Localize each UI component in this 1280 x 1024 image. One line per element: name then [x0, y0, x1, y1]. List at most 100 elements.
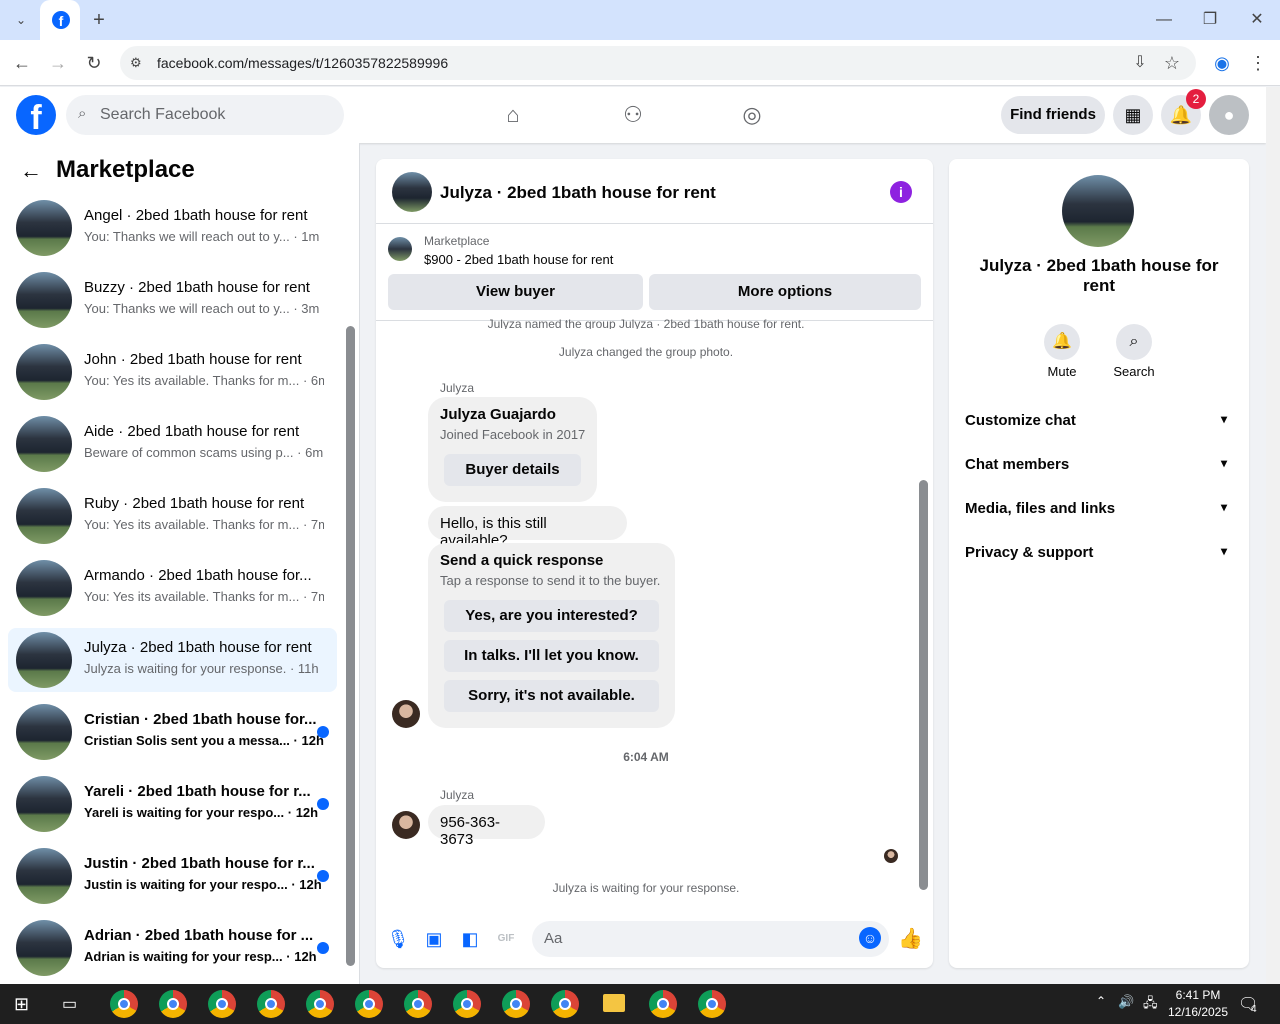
search-icon[interactable]: ⌕ [1116, 324, 1152, 360]
photo-icon[interactable]: ▣ [422, 927, 446, 951]
find-friends-button[interactable]: Find friends [1001, 96, 1105, 134]
chrome-taskbar-icon[interactable] [698, 990, 726, 1018]
chat-scrollbar[interactable] [919, 480, 928, 890]
chrome-taskbar-icon[interactable] [208, 990, 236, 1018]
chrome-taskbar-icon[interactable] [159, 990, 187, 1018]
volume-icon[interactable]: 🔊 [1118, 994, 1134, 1010]
conversation-item[interactable]: Buzzy · 2bed 1bath house for rent You: Th… [8, 268, 337, 332]
back-arrow-icon[interactable]: ← [20, 158, 42, 184]
forward-icon[interactable]: → [41, 46, 75, 80]
groups-icon[interactable]: ◎ [732, 95, 772, 135]
restore-button[interactable]: ❐ [1193, 3, 1227, 37]
conversation-item[interactable]: Justin · 2bed 1bath house for r... Justin… [8, 844, 337, 908]
chat-members-row[interactable]: Chat members ▾ [965, 456, 1233, 480]
browser-tab[interactable]: f [40, 0, 80, 40]
quick-response-unavailable-button[interactable]: Sorry, it's not available. [444, 680, 659, 712]
clock-date: 12/16/2025 [1167, 1005, 1229, 1019]
friends-icon[interactable]: ⚇ [613, 95, 653, 135]
microphone-icon[interactable]: 🎙 [386, 927, 410, 951]
conversation-item[interactable]: Yareli · 2bed 1bath house for r... Yareli… [8, 772, 337, 836]
info-icon[interactable]: i [890, 181, 912, 203]
sticker-icon[interactable]: ◧ [458, 927, 482, 951]
chrome-taskbar-icon[interactable] [404, 990, 432, 1018]
tray-chevron-icon[interactable]: ⌃ [1096, 994, 1106, 1008]
conversation-item[interactable]: Julyza · 2bed 1bath house for rent Julyza… [8, 628, 337, 692]
sender-name: Julyza [440, 788, 475, 802]
minimize-button[interactable]: — [1147, 3, 1181, 37]
home-icon[interactable]: ⌂ [493, 95, 533, 135]
emoji-icon[interactable]: ☺ [859, 927, 881, 949]
customize-chat-row[interactable]: Customize chat ▾ [965, 412, 1233, 436]
view-buyer-button[interactable]: View buyer [388, 274, 643, 310]
windows-start-icon[interactable]: ⊞ [14, 994, 34, 1014]
chrome-taskbar-icon[interactable] [453, 990, 481, 1018]
conversation-item[interactable]: Cristian · 2bed 1bath house for... Cristi… [8, 700, 337, 764]
back-icon[interactable]: ← [5, 46, 39, 80]
group-name: Julyza · 2bed 1bath house for rent [979, 256, 1219, 295]
more-options-button[interactable]: More options [649, 274, 921, 310]
file-explorer-icon[interactable] [603, 994, 625, 1012]
listing-thumbnail [388, 237, 412, 261]
sender-avatar[interactable] [392, 811, 420, 839]
conversation-name: Ruby · 2bed 1bath house for rent [84, 495, 305, 512]
media-files-links-row[interactable]: Media, files and links ▾ [965, 500, 1233, 524]
conversation-item[interactable]: Adrian · 2bed 1bath house for ... Adrian … [8, 916, 337, 980]
unread-dot-icon [317, 942, 329, 954]
new-tab-button[interactable]: + [82, 3, 116, 37]
mute-bell-icon[interactable]: 🔔 [1044, 324, 1080, 360]
conversation-name: Yareli · 2bed 1bath house for r... [84, 783, 311, 800]
like-thumb-icon[interactable]: 👍 [898, 927, 923, 951]
tab-search-icon[interactable]: ⌄ [4, 3, 38, 37]
chat-avatar[interactable] [392, 172, 432, 212]
page-scrollbar[interactable] [1266, 87, 1280, 984]
conversation-item[interactable]: Angel · 2bed 1bath house for rent You: Th… [8, 196, 337, 260]
chrome-taskbar-icon[interactable] [306, 990, 334, 1018]
conversation-item[interactable]: Aide · 2bed 1bath house for rent Beware o… [8, 412, 337, 476]
privacy-support-row[interactable]: Privacy & support ▾ [965, 544, 1233, 568]
search-facebook-input[interactable]: ⌕ Search Facebook [66, 95, 344, 135]
menu-grid-icon[interactable]: ▦ [1113, 95, 1153, 135]
conversation-item[interactable]: Armando · 2bed 1bath house for... You: Ye… [8, 556, 337, 620]
quick-response-talks-button[interactable]: In talks. I'll let you know. [444, 640, 659, 672]
listing-title[interactable]: $900 - 2bed 1bath house for rent [424, 252, 613, 267]
message-placeholder: Aa [544, 930, 563, 947]
sender-avatar[interactable] [392, 700, 420, 728]
facebook-logo-icon[interactable]: f [16, 95, 56, 137]
listing-label: Marketplace [424, 234, 490, 248]
browser-menu-icon[interactable]: ⋮ [1241, 46, 1275, 80]
close-window-button[interactable]: ✕ [1240, 3, 1274, 37]
chrome-taskbar-icon[interactable] [355, 990, 383, 1018]
site-info-icon[interactable]: ⚙ [130, 55, 142, 71]
task-view-icon[interactable]: ▭ [62, 994, 82, 1014]
profile-icon[interactable]: ◉ [1205, 46, 1239, 80]
conversation-preview: Julyza is waiting for your response. · 1… [84, 661, 319, 676]
address-bar[interactable]: ⚙ facebook.com/messages/t/12603578225899… [120, 46, 1196, 80]
conversation-item[interactable]: Ruby · 2bed 1bath house for rent You: Yes… [8, 484, 337, 548]
chrome-taskbar-icon[interactable] [649, 990, 677, 1018]
conversation-avatar [16, 704, 72, 760]
quick-response-subtitle: Tap a response to send it to the buyer. [440, 573, 661, 588]
quick-response-yes-button[interactable]: Yes, are you interested? [444, 600, 659, 632]
quick-response-title: Send a quick response [440, 552, 604, 569]
reload-icon[interactable]: ↻ [77, 46, 111, 80]
bookmark-star-icon[interactable]: ☆ [1155, 46, 1189, 80]
chrome-taskbar-icon[interactable] [110, 990, 138, 1018]
buyer-details-button[interactable]: Buyer details [444, 454, 581, 486]
install-app-icon[interactable]: ⇩ [1123, 46, 1157, 80]
chrome-taskbar-icon[interactable] [551, 990, 579, 1018]
conversation-list-scrollbar[interactable] [346, 326, 355, 966]
conversation-name: Cristian · 2bed 1bath house for... [84, 711, 317, 728]
chrome-taskbar-icon[interactable] [502, 990, 530, 1018]
account-avatar[interactable]: ● [1209, 95, 1249, 135]
group-avatar[interactable] [1062, 175, 1134, 247]
chevron-down-icon: ▾ [1220, 456, 1227, 470]
system-clock[interactable]: 6:41 PM 12/16/2025 [1163, 987, 1233, 1021]
browser-tab-bar [0, 0, 1280, 40]
chrome-taskbar-icon[interactable] [257, 990, 285, 1018]
network-icon[interactable]: 🖧 [1143, 994, 1158, 1016]
conversation-item[interactable]: John · 2bed 1bath house for rent You: Yes… [8, 340, 337, 404]
message-input[interactable]: Aa ☺ [532, 921, 889, 957]
chat-title[interactable]: Julyza · 2bed 1bath house for rent [440, 183, 716, 203]
gif-icon[interactable]: GIF [494, 927, 518, 951]
conversation-name: Adrian · 2bed 1bath house for ... [84, 927, 314, 944]
